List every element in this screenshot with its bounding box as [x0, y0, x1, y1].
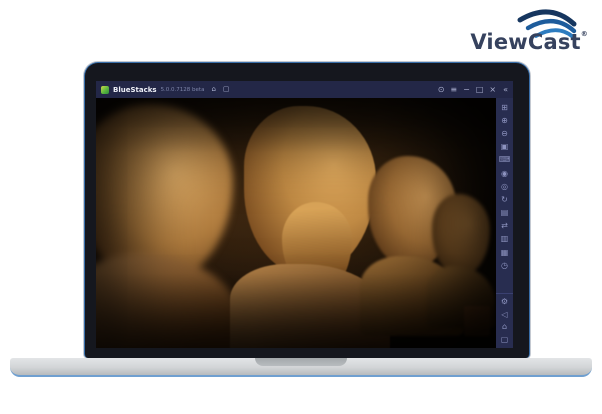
- zoom-in-icon[interactable]: ⊕: [496, 114, 513, 127]
- keyboard-controls-icon[interactable]: ⌨: [496, 154, 513, 167]
- laptop-screen-bezel: BlueStacks 5.0.0.7128 beta ⌂ ▢ ⊙ ≡ − □ × «: [84, 62, 530, 358]
- titlebar: BlueStacks 5.0.0.7128 beta ⌂ ▢ ⊙ ≡ − □ × «: [96, 81, 513, 98]
- home-icon[interactable]: ⌂: [496, 321, 513, 334]
- bust-second: [230, 106, 390, 348]
- history-icon[interactable]: ◷: [496, 259, 513, 272]
- viewcast-logo: ViewCast®: [470, 2, 588, 56]
- app-tab-icon[interactable]: ▢: [223, 86, 230, 93]
- install-apk-icon[interactable]: ▤: [496, 207, 513, 220]
- media-manager-icon[interactable]: ▥: [496, 233, 513, 246]
- multi-instance-icon[interactable]: ▦: [496, 246, 513, 259]
- bluestacks-window: BlueStacks 5.0.0.7128 beta ⌂ ▢ ⊙ ≡ − □ × «: [96, 81, 513, 348]
- pedestal-glimpse: [464, 306, 490, 336]
- collapse-sidebar-icon[interactable]: «: [503, 85, 508, 94]
- minimize-icon[interactable]: −: [463, 85, 470, 94]
- settings-icon[interactable]: ⚙: [496, 296, 513, 309]
- bluestacks-logo-icon: [101, 85, 109, 94]
- close-icon[interactable]: ×: [489, 85, 496, 94]
- boost-icon[interactable]: ⊙: [438, 85, 445, 94]
- shake-icon[interactable]: ⇄: [496, 220, 513, 233]
- home-tab-icon[interactable]: ⌂: [211, 86, 215, 93]
- screen-record-icon[interactable]: ◉: [496, 167, 513, 180]
- viewcast-wordmark: ViewCast®: [470, 30, 588, 54]
- toolbar-sidebar: ⊞ ⊕ ⊖ ▣ ⌨ ◉ ◎ ↻ ▤ ⇄ ▥ ▦ ◷ ⚙ ◁ ⌂ ▢: [496, 98, 513, 348]
- back-icon[interactable]: ◁: [496, 309, 513, 322]
- android-nav-group: ⚙ ◁ ⌂ ▢: [496, 293, 513, 346]
- registered-trademark: ®: [580, 30, 588, 38]
- recent-apps-icon[interactable]: ▢: [496, 334, 513, 347]
- maximize-icon[interactable]: □: [476, 85, 484, 94]
- page-canvas: ViewCast® BlueStacks 5.0.0.7128 beta ⌂ ▢ …: [0, 0, 602, 414]
- window-body: ⊞ ⊕ ⊖ ▣ ⌨ ◉ ◎ ↻ ▤ ⇄ ▥ ▦ ◷ ⚙ ◁ ⌂ ▢: [96, 98, 513, 348]
- laptop-base-notch: [255, 358, 347, 366]
- statues-photo: [96, 98, 496, 348]
- bust-foreground: [96, 104, 240, 348]
- macro-recorder-icon[interactable]: ◎: [496, 180, 513, 193]
- laptop-base: [10, 358, 592, 377]
- menu-icon[interactable]: ≡: [450, 85, 457, 94]
- window-title: BlueStacks: [113, 85, 157, 94]
- rotate-icon[interactable]: ↻: [496, 193, 513, 206]
- version-label: 5.0.0.7128 beta: [160, 86, 205, 93]
- fullscreen-icon[interactable]: ⊞: [496, 101, 513, 114]
- screenshot-icon[interactable]: ▣: [496, 141, 513, 154]
- zoom-out-icon[interactable]: ⊖: [496, 127, 513, 140]
